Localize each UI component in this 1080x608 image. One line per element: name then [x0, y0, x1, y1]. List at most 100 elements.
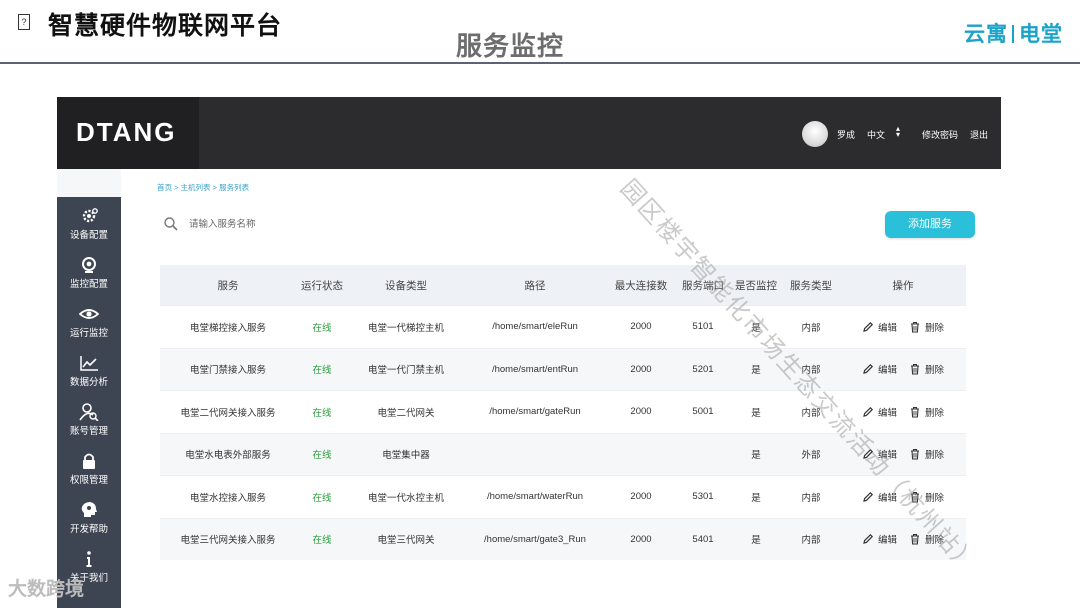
user-search-icon	[79, 403, 99, 421]
table-cell: 外部	[801, 450, 821, 462]
bottom-watermark: 大数跨境	[8, 579, 85, 600]
table-cell: 5101	[692, 321, 714, 333]
table-row: 电堂水控接入服务 在线 电堂一代水控主机/home/smart/waterRun 20…	[160, 475, 966, 518]
table-cell: 在线	[312, 322, 332, 334]
table-row: 电堂水电表外部服务 在线 电堂集中器 是 外部 编辑 删除	[160, 432, 966, 476]
table-body: 电堂梯控接入服务 在线 电堂一代梯控主机/home/smart/eleRun 2000…	[160, 305, 966, 560]
table-cell: /home/smart/entRun	[491, 363, 579, 375]
table-cell: 内部	[801, 492, 821, 504]
edit-label: 编辑	[877, 407, 897, 419]
table-cell: 电堂二代网关接入服务	[180, 407, 276, 419]
add-service-button[interactable]: 添加服务	[885, 211, 975, 238]
top-bar: DTANG 罗成 中文 ▴ ▾ 修改密码 退出	[57, 97, 1001, 169]
trash-icon	[911, 406, 919, 418]
app-logo[interactable]: DTANG	[76, 117, 177, 148]
table-cell: 是	[751, 450, 761, 462]
line-chart-icon	[80, 356, 98, 371]
actions-cell: 编辑 删除	[840, 476, 966, 518]
service-table: 服务 运行状态 设备类型 路径 最大连接数 服务端口 是否监控 服务类型 操作 …	[160, 265, 966, 560]
edit-button[interactable]: 编辑	[862, 490, 897, 504]
search-icon[interactable]	[163, 216, 179, 232]
sidebar-item-monitor-config[interactable]: 监控配置	[57, 250, 121, 296]
sidebar-item-label: 权限管理	[69, 475, 108, 486]
delete-button[interactable]: 删除	[909, 362, 944, 376]
sidebar-item-label: 数据分析	[69, 377, 108, 388]
table-cell: 5001	[692, 406, 714, 418]
edit-button[interactable]: 编辑	[862, 532, 897, 546]
trash-icon	[911, 364, 919, 375]
logout-link[interactable]: 退出	[970, 128, 988, 141]
trash-icon	[911, 534, 919, 545]
table-cell: 内部	[801, 535, 821, 547]
sidebar-item-label: 监控配置	[69, 279, 108, 290]
table-cell	[464, 434, 606, 476]
search-input[interactable]	[189, 216, 389, 232]
delete-button[interactable]: 删除	[909, 490, 944, 504]
table-cell: 是	[751, 535, 761, 547]
brand-logo: 云寓 电堂	[964, 18, 1063, 48]
edit-label: 编辑	[877, 450, 897, 462]
table-cell: 内部	[801, 365, 821, 377]
table-row: 电堂门禁接入服务 在线 电堂一代门禁主机/home/smart/entRun 2000…	[160, 347, 966, 390]
brain-icon	[81, 502, 97, 517]
column-header: 是否监控	[735, 279, 777, 292]
eye-icon	[79, 309, 99, 319]
actions-cell: 编辑 删除	[840, 434, 966, 476]
table-cell: 在线	[312, 365, 332, 377]
sidebar-item-runtime-monitor[interactable]: 运行监控	[57, 299, 121, 345]
table-cell: 2000	[630, 321, 652, 333]
sidebar-item-account-management[interactable]: 账号管理	[57, 397, 121, 443]
table-cell: 2000	[630, 363, 652, 375]
delete-label: 删除	[925, 365, 945, 377]
delete-label: 删除	[925, 535, 945, 547]
sidebar-item-label: 开发帮助	[69, 524, 108, 535]
edit-label: 编辑	[877, 535, 897, 547]
table-cell: 电堂三代网关	[377, 535, 435, 547]
edit-button[interactable]: 编辑	[862, 447, 897, 461]
edit-button[interactable]: 编辑	[862, 362, 897, 376]
delete-label: 删除	[925, 492, 945, 504]
column-header: 运行状态	[301, 279, 343, 292]
column-header: 操作	[892, 279, 914, 292]
table-cell	[606, 434, 676, 476]
table-row: 电堂三代网关接入服务 在线 电堂三代网关/home/smart/gate3_Run 2…	[160, 517, 966, 560]
avatar[interactable]	[802, 121, 828, 147]
table-cell: /home/smart/eleRun	[492, 321, 578, 333]
table-row: 电堂二代网关接入服务 在线 电堂二代网关/home/smart/gateRun 200…	[160, 390, 966, 433]
edit-button[interactable]: 编辑	[862, 405, 897, 419]
app-window: DTANG 罗成 中文 ▴ ▾ 修改密码 退出 设备配置 监控配置 运行监控 数据…	[57, 97, 1001, 608]
main-content: 首页 > 主机列表 > 服务列表 添加服务 服务 运行状态 设备类型 路径 最大…	[121, 169, 1001, 608]
delete-button[interactable]: 删除	[909, 405, 944, 419]
user-name[interactable]: 罗成	[837, 128, 855, 141]
breadcrumb[interactable]: 首页 > 主机列表 > 服务列表	[157, 182, 249, 193]
sidebar-item-label: 账号管理	[69, 426, 108, 437]
sidebar-item-permission-management[interactable]: 权限管理	[57, 446, 121, 492]
slide-subtitle: 服务监控	[456, 31, 565, 61]
table-cell: 电堂一代梯控主机	[367, 322, 444, 334]
table-cell: 5301	[692, 491, 714, 503]
delete-button[interactable]: 删除	[909, 320, 944, 334]
column-header: 服务端口	[682, 279, 724, 292]
delete-button[interactable]: 删除	[909, 532, 944, 546]
table-cell: 是	[751, 365, 761, 377]
table-cell: 内部	[801, 407, 821, 419]
delete-button[interactable]: 删除	[909, 447, 944, 461]
column-header: 设备类型	[385, 279, 427, 292]
sidebar-item-dev-help[interactable]: 开发帮助	[57, 495, 121, 541]
sidebar-item-data-analysis[interactable]: 数据分析	[57, 348, 121, 394]
actions-cell: 编辑 删除	[840, 391, 966, 433]
sidebar: 设备配置 监控配置 运行监控 数据分析 账号管理 权限管理 开发帮助 关于我们	[57, 197, 121, 608]
edit-label: 编辑	[877, 365, 897, 377]
edit-icon	[863, 321, 874, 332]
language-select[interactable]: 中文	[867, 128, 885, 141]
change-password-link[interactable]: 修改密码	[922, 128, 958, 141]
edit-icon	[863, 534, 874, 545]
table-cell: 2000	[630, 533, 652, 545]
table-cell: 内部	[801, 322, 821, 334]
table-cell: 是	[751, 322, 761, 334]
edit-button[interactable]: 编辑	[862, 320, 897, 334]
table-cell: 电堂三代网关接入服务	[180, 535, 276, 547]
sidebar-item-device-config[interactable]: 设备配置	[57, 201, 121, 247]
table-cell: 电堂一代水控主机	[367, 492, 444, 504]
sort-arrows-icon[interactable]: ▴ ▾	[896, 125, 900, 139]
